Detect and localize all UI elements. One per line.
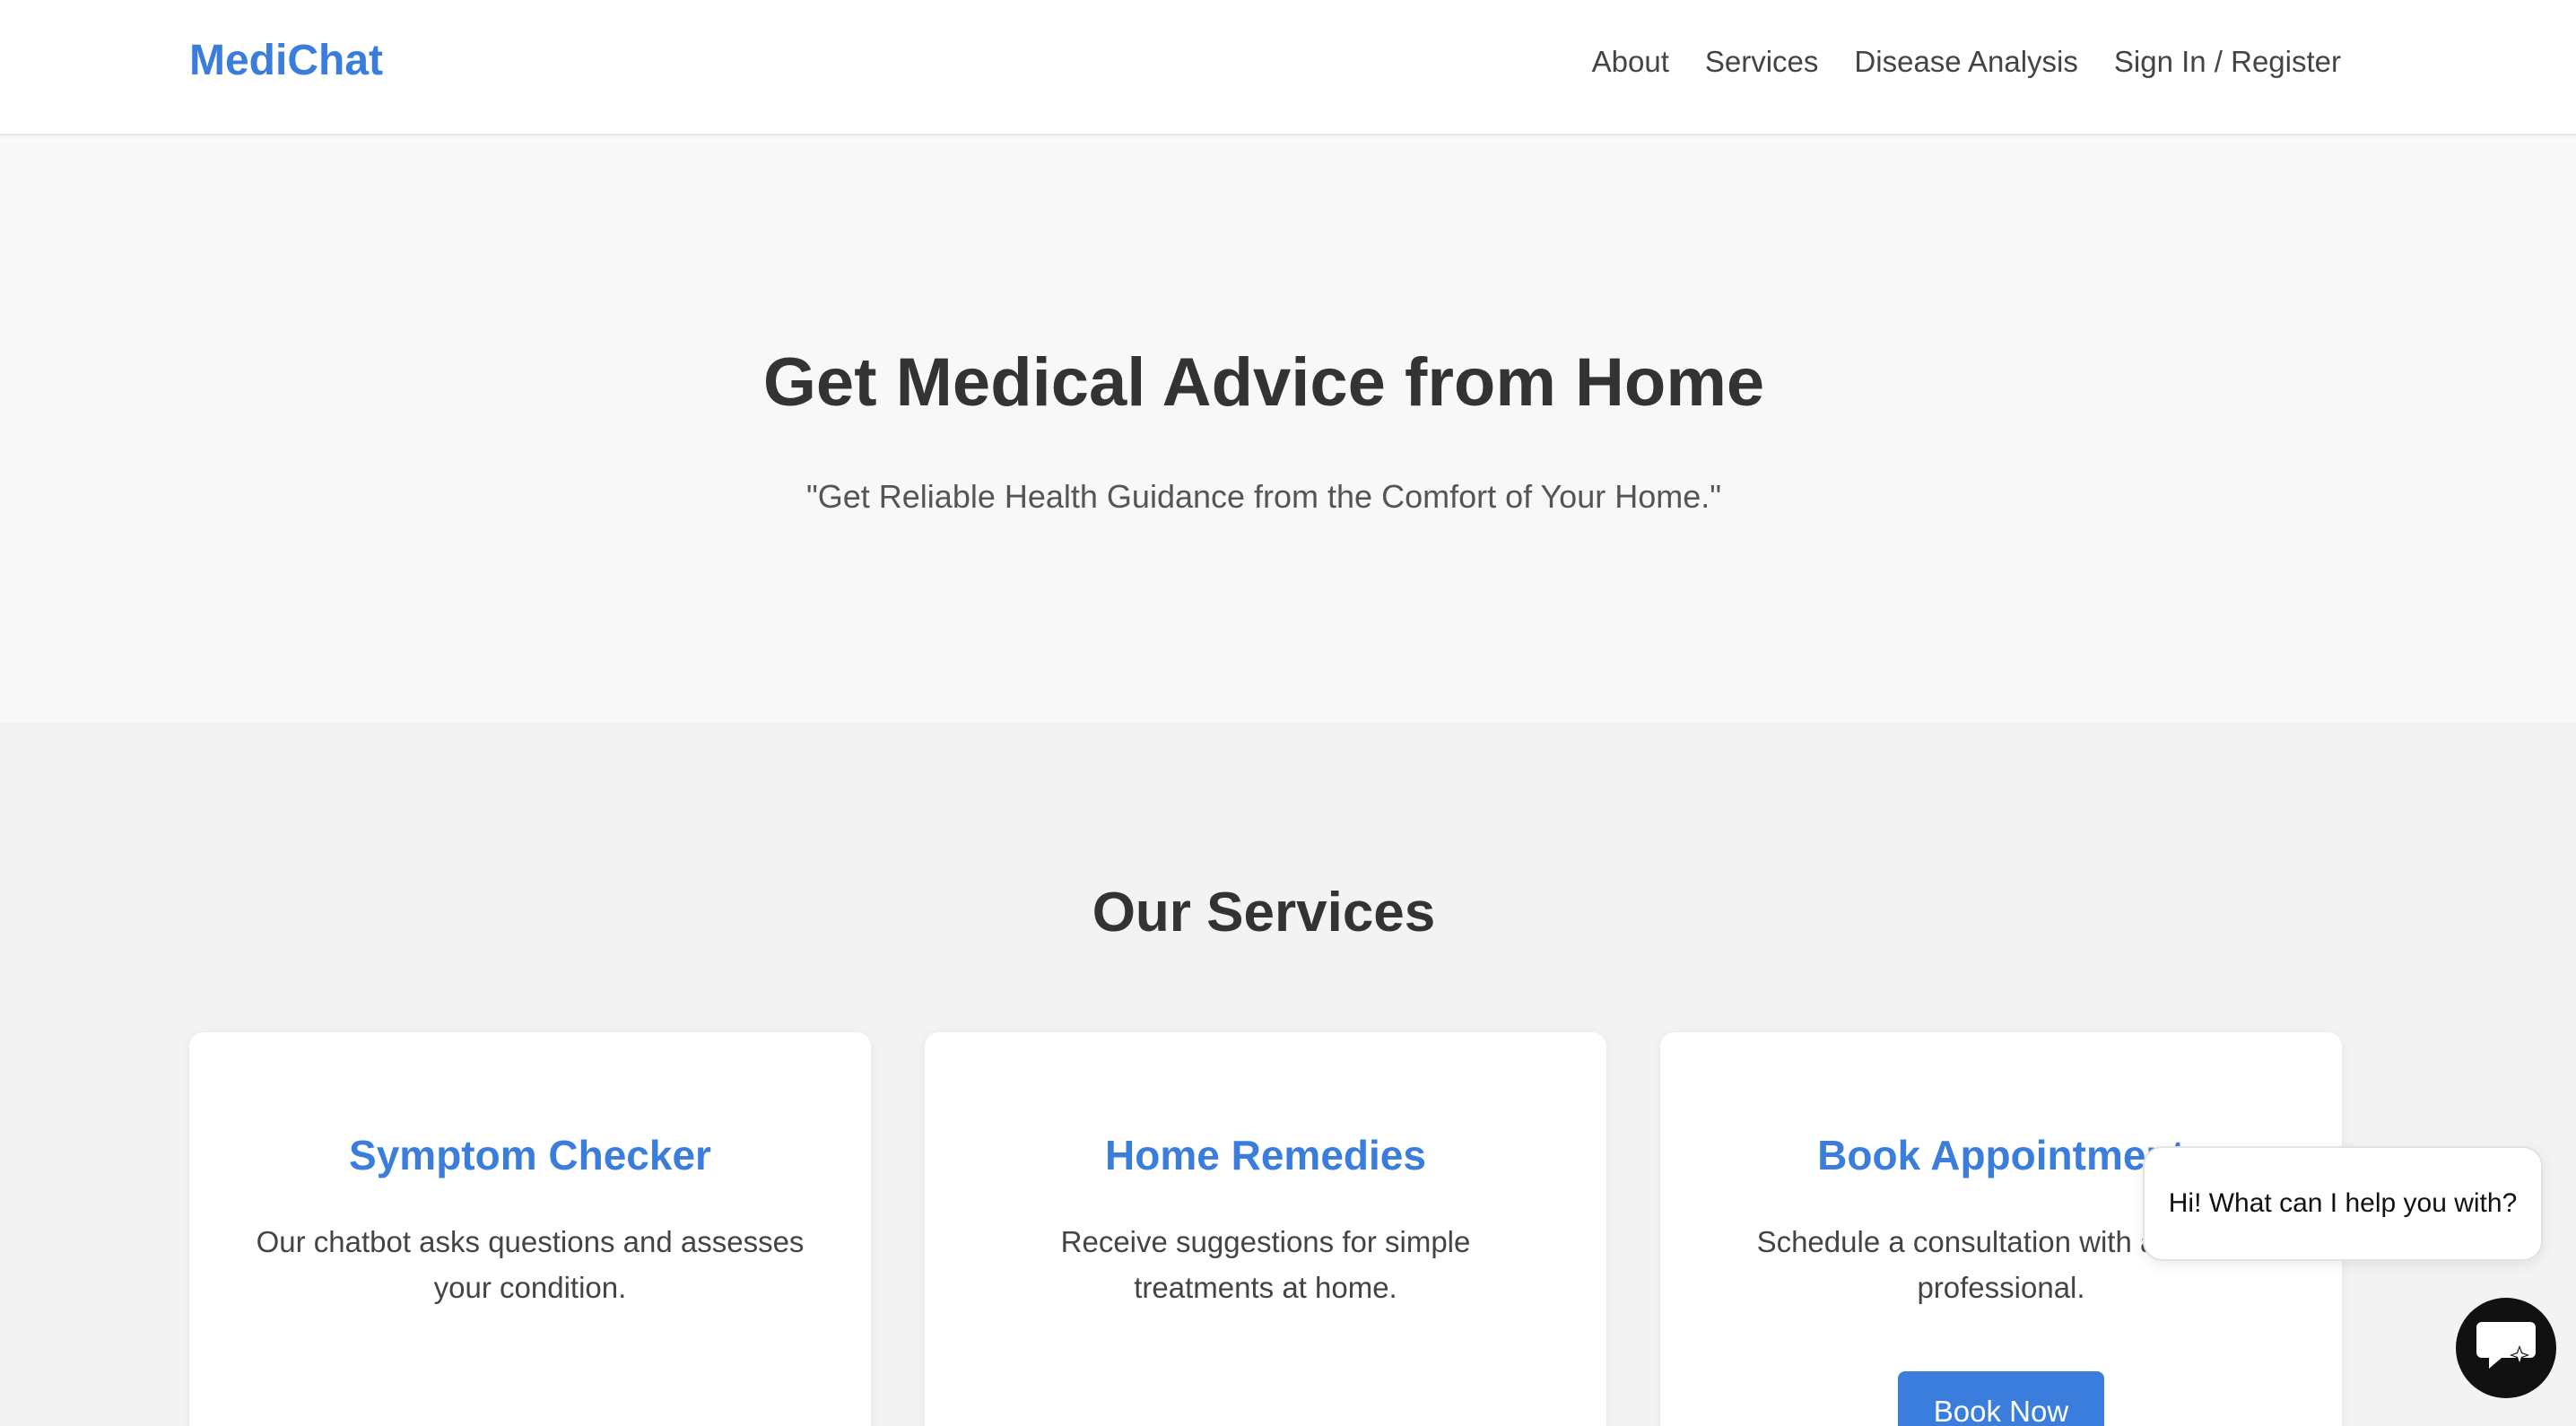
logo[interactable]: MediChat [189, 36, 383, 85]
hero-title: Get Medical Advice from Home [762, 344, 1765, 421]
service-card-home-remedies: Home Remedies Receive suggestions for si… [925, 1032, 1606, 1426]
card-title: Symptom Checker [349, 1132, 711, 1178]
chat-greeting-text: Hi! What can I help you with? [2168, 1188, 2518, 1218]
site-header: MediChat About Services Disease Analysis… [0, 0, 2576, 135]
card-text: Receive suggestions for simple treatment… [1060, 1225, 1471, 1304]
chat-launcher-button[interactable] [2456, 1298, 2556, 1398]
main-nav: About Services Disease Analysis Sign In … [1592, 45, 2341, 79]
card-text: Our chatbot asks questions and assesses … [256, 1225, 805, 1304]
hero-section: Get Medical Advice from Home "Get Reliab… [0, 137, 2576, 722]
book-now-button[interactable]: Book Now [1897, 1371, 2105, 1426]
nav-services[interactable]: Services [1705, 45, 1819, 79]
service-card-symptom-checker: Symptom Checker Our chatbot asks questio… [189, 1032, 871, 1426]
chat-sparkle-icon [2475, 1318, 2537, 1378]
card-title: Home Remedies [1105, 1132, 1426, 1178]
services-title: Our Services [1092, 882, 1436, 943]
nav-sign-in-register[interactable]: Sign In / Register [2114, 45, 2341, 79]
hero-subtitle: "Get Reliable Health Guidance from the C… [805, 478, 1722, 515]
chat-greeting-bubble[interactable]: Hi! What can I help you with? [2143, 1146, 2543, 1261]
nav-about[interactable]: About [1592, 45, 1669, 79]
nav-disease-analysis[interactable]: Disease Analysis [1854, 45, 2077, 79]
